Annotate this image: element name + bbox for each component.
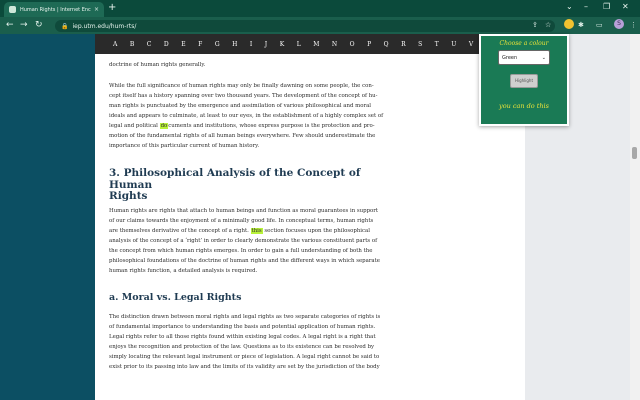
- index-letter-link[interactable]: I: [250, 41, 252, 48]
- browser-toolbar: ← → ↻ 🔒 iep.utm.edu/hum-rts/ ⇪ ☆ ✱ ▭ ⋮: [0, 17, 640, 34]
- index-letter-link[interactable]: S: [418, 41, 422, 48]
- text-line: of our claims towards the enjoyment of a…: [109, 217, 374, 224]
- tab-title: Human Rights | Internet Encyclop: [20, 6, 91, 13]
- profile-avatar[interactable]: S: [614, 19, 624, 29]
- highlighter-extension-icon[interactable]: [564, 19, 574, 29]
- index-letter-link[interactable]: L: [297, 41, 301, 48]
- share-icon[interactable]: ⇪: [532, 21, 538, 30]
- back-button[interactable]: ←: [6, 20, 14, 30]
- colour-select[interactable]: Green ⌄: [498, 50, 550, 65]
- left-panel: [0, 34, 95, 400]
- url-text: iep.utm.edu/hum-rts/: [72, 22, 137, 30]
- tab-strip: Human Rights | Internet Encyclop × + ⌄ –…: [0, 0, 640, 17]
- popup-panel: Choose a colour Green ⌄ Highlight you ca…: [481, 36, 567, 124]
- paragraph-moral-legal: The distinction drawn between moral righ…: [109, 312, 402, 372]
- index-letter-link[interactable]: G: [215, 41, 220, 48]
- text-line: Legal rights refer to all those rights f…: [109, 333, 376, 340]
- paragraph-philosophical: Human rights are rights that attach to h…: [109, 206, 402, 276]
- paragraph-history: While the full significance of human rig…: [109, 81, 402, 151]
- text-line: simply locating the relevant legal instr…: [109, 353, 380, 360]
- text-line: analysis of the concept of a ‘right’ in …: [109, 237, 378, 244]
- reload-button[interactable]: ↻: [35, 20, 43, 30]
- index-letter-link[interactable]: T: [435, 41, 439, 48]
- minimize-button[interactable]: –: [584, 2, 588, 12]
- tab-human-rights[interactable]: Human Rights | Internet Encyclop ×: [4, 2, 104, 17]
- colour-select-value: Green: [502, 54, 518, 61]
- side-panel-icon[interactable]: ▭: [596, 21, 603, 30]
- index-letter-link[interactable]: Q: [384, 41, 389, 48]
- menu-dots-icon[interactable]: ⋮: [630, 21, 637, 30]
- alphabet-index-bar: ABCDEFGHIJKLMNOPQRSTUVWX: [95, 34, 525, 54]
- text-line: legal and political documents and instit…: [109, 123, 375, 129]
- highlighted-text: do: [159, 123, 169, 129]
- text-line: The distinction drawn between moral righ…: [109, 313, 381, 320]
- index-letter-link[interactable]: D: [164, 41, 169, 48]
- text-line: philosophical foundations of the doctrin…: [109, 257, 380, 264]
- new-tab-button[interactable]: +: [108, 2, 116, 14]
- highlighted-text: this: [250, 227, 263, 234]
- section-heading-3: 3. Philosophical Analysis of the Concept…: [109, 167, 361, 202]
- index-letter-link[interactable]: F: [198, 41, 202, 48]
- text-line: importance of this particular current of…: [109, 143, 260, 149]
- popup-title: Choose a colour: [499, 40, 549, 47]
- index-letter-link[interactable]: O: [350, 41, 355, 48]
- index-letter-link[interactable]: H: [232, 41, 237, 48]
- text-line: motion of the fundamental rights of all …: [109, 133, 376, 139]
- bookmark-star-icon[interactable]: ☆: [545, 21, 551, 30]
- index-letter-link[interactable]: J: [265, 41, 267, 48]
- forward-button[interactable]: →: [20, 20, 28, 30]
- tab-search-icon[interactable]: ⌄: [566, 2, 573, 12]
- text-line: enjoys the recognition and protection of…: [109, 343, 375, 350]
- chevron-down-icon: ⌄: [541, 54, 546, 61]
- index-letter-link[interactable]: P: [367, 41, 371, 48]
- address-bar[interactable]: 🔒 iep.utm.edu/hum-rts/: [55, 20, 555, 32]
- popup-footer-text: you can do this: [499, 102, 549, 110]
- close-window-button[interactable]: ✕: [622, 2, 629, 12]
- index-letter-link[interactable]: E: [181, 41, 185, 48]
- text-line: man rights is punctuated by the emergenc…: [109, 103, 372, 109]
- subsection-heading-a: a. Moral vs. Legal Rights: [109, 291, 242, 303]
- page-scrollbar[interactable]: [630, 34, 640, 400]
- text-line: are themselves derivative of the concept…: [109, 227, 370, 234]
- text-line: exist prior to its passing into law and …: [109, 363, 380, 370]
- highlight-button[interactable]: Highlight: [510, 74, 538, 88]
- index-letter-link[interactable]: R: [401, 41, 406, 48]
- scrollbar-thumb[interactable]: [632, 147, 637, 159]
- text-line: cept itself has a history spanning over …: [109, 93, 378, 99]
- text-line: the concept from which human rights emer…: [109, 247, 373, 254]
- text-line: of fundamental importance to understandi…: [109, 323, 376, 330]
- index-letter-link[interactable]: N: [332, 41, 337, 48]
- maximize-button[interactable]: ❐: [603, 2, 610, 12]
- intro-line: doctrine of human rights generally.: [109, 62, 206, 68]
- tab-close-icon[interactable]: ×: [94, 6, 99, 13]
- text-line: Human rights are rights that attach to h…: [109, 207, 379, 214]
- favicon: [9, 6, 16, 13]
- index-letter-link[interactable]: C: [147, 41, 152, 48]
- index-letter-link[interactable]: B: [130, 41, 134, 48]
- index-letter-link[interactable]: M: [313, 41, 319, 48]
- index-letter-link[interactable]: A: [113, 41, 117, 48]
- index-letter-link[interactable]: K: [280, 41, 284, 48]
- index-letter-link[interactable]: V: [469, 41, 473, 48]
- text-line: While the full significance of human rig…: [109, 83, 374, 89]
- article-body: doctrine of human rights generally. Whil…: [109, 60, 402, 372]
- highlighter-popup: Choose a colour Green ⌄ Highlight you ca…: [479, 34, 569, 126]
- index-letter-link[interactable]: U: [451, 41, 456, 48]
- text-line: human rights function, a detailed analys…: [109, 267, 258, 274]
- lock-icon: 🔒: [61, 22, 69, 30]
- extensions-puzzle-icon[interactable]: ✱: [578, 21, 584, 30]
- text-line: ideals and appears to culminate, at leas…: [109, 113, 384, 119]
